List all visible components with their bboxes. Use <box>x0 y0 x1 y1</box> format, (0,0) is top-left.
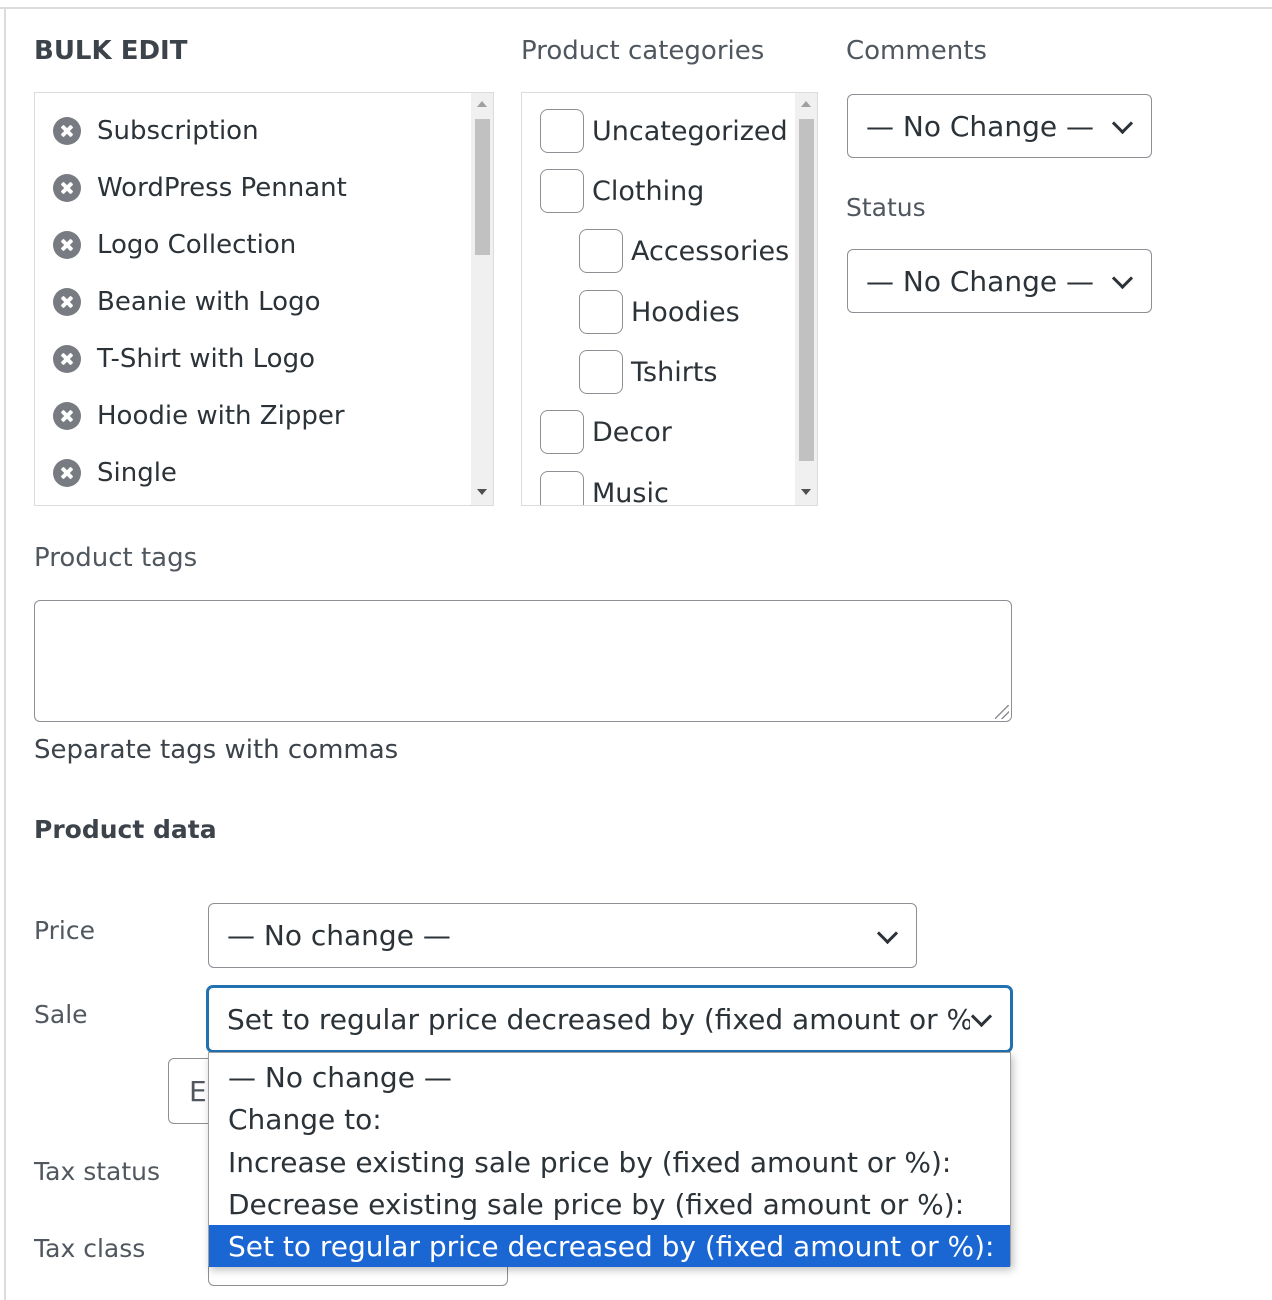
category-item[interactable]: Decor <box>540 410 672 454</box>
category-checkbox[interactable] <box>579 290 623 334</box>
category-label: Accessories <box>631 235 790 267</box>
status-label: Status <box>846 193 926 222</box>
chevron-down-icon <box>1111 115 1133 137</box>
scroll-down-arrow-icon[interactable] <box>801 489 811 495</box>
sale-option[interactable]: Increase existing sale price by (fixed a… <box>209 1141 1010 1183</box>
product-label: T-Shirt with Logo <box>97 344 316 374</box>
remove-circle-icon[interactable] <box>53 117 81 145</box>
product-item: Hoodie with Zipper <box>53 396 345 436</box>
left-border <box>4 8 6 1300</box>
comments-label: Comments <box>846 36 987 66</box>
product-item: T-Shirt with Logo <box>53 339 315 379</box>
sale-option[interactable]: Decrease existing sale price by (fixed a… <box>209 1183 1010 1225</box>
product-item: Subscription <box>53 111 259 151</box>
category-item[interactable]: Clothing <box>540 169 704 213</box>
sale-select[interactable]: Set to regular price decreased by (fixed… <box>207 986 1012 1052</box>
scroll-down-arrow-icon[interactable] <box>477 489 487 495</box>
comments-select-value: — No Change — <box>866 109 1094 143</box>
category-checkbox[interactable] <box>540 410 584 454</box>
comments-select[interactable]: — No Change — <box>847 94 1152 158</box>
category-item[interactable]: Tshirts <box>579 350 717 394</box>
tags-hint: Separate tags with commas <box>34 735 399 765</box>
category-label: Uncategorized <box>592 115 788 147</box>
categories-checklist[interactable]: Uncategorized Clothing Accessories Hoodi… <box>521 92 818 506</box>
product-item: Logo Collection <box>53 225 296 265</box>
category-checkbox[interactable] <box>579 350 623 394</box>
bulk-edit-title: BULK EDIT <box>34 36 188 66</box>
remove-circle-icon[interactable] <box>53 345 81 373</box>
remove-circle-icon[interactable] <box>53 174 81 202</box>
category-checkbox[interactable] <box>540 109 584 153</box>
product-data-heading: Product data <box>34 815 217 844</box>
category-label: Tshirts <box>631 356 718 388</box>
tax-status-label: Tax status <box>34 1157 161 1186</box>
top-border <box>0 7 1272 9</box>
selected-products-list[interactable]: Subscription WordPress Pennant Logo Coll… <box>34 92 494 506</box>
sale-option-selected[interactable]: Set to regular price decreased by (fixed… <box>209 1225 1010 1267</box>
status-select[interactable]: — No Change — <box>847 249 1152 313</box>
scrollbar-thumb[interactable] <box>475 119 490 255</box>
categories-scrollbar[interactable] <box>795 93 817 505</box>
category-checkbox[interactable] <box>579 229 623 273</box>
product-label: Logo Collection <box>97 230 297 260</box>
product-tags-label: Product tags <box>34 543 198 573</box>
remove-circle-icon[interactable] <box>53 459 81 487</box>
product-label: Hoodie with Zipper <box>97 401 345 431</box>
price-select[interactable]: — No change — <box>208 903 917 968</box>
category-checkbox[interactable] <box>540 169 584 213</box>
chevron-down-icon <box>970 1008 992 1030</box>
category-item[interactable]: Uncategorized <box>540 109 788 153</box>
remove-circle-icon[interactable] <box>53 231 81 259</box>
sale-option[interactable]: — No change — <box>209 1056 1010 1098</box>
product-label: Subscription <box>97 116 259 146</box>
sale-dropdown-menu[interactable]: — No change — Change to: Increase existi… <box>208 1052 1011 1267</box>
scrollbar-thumb[interactable] <box>799 119 814 461</box>
product-item: Beanie with Logo <box>53 282 321 322</box>
category-item[interactable]: Music <box>540 471 669 506</box>
sale-label: Sale <box>34 1000 88 1029</box>
sale-amount-placeholder: E <box>189 1074 207 1108</box>
category-label: Decor <box>592 416 672 448</box>
sale-option[interactable]: Change to: <box>209 1098 1010 1140</box>
product-label: Single <box>97 458 177 488</box>
chevron-down-icon <box>1111 270 1133 292</box>
resize-handle-icon[interactable] <box>995 705 1009 719</box>
scroll-up-arrow-icon[interactable] <box>801 101 811 107</box>
scroll-up-arrow-icon[interactable] <box>477 101 487 107</box>
category-item[interactable]: Accessories <box>579 229 789 273</box>
product-label: Beanie with Logo <box>97 287 321 317</box>
categories-label: Product categories <box>521 36 765 66</box>
remove-circle-icon[interactable] <box>53 402 81 430</box>
tax-class-label: Tax class <box>34 1234 146 1263</box>
category-item[interactable]: Hoodies <box>579 290 740 334</box>
remove-circle-icon[interactable] <box>53 288 81 316</box>
sale-select-value: Set to regular price decreased by (fixed… <box>227 1002 970 1036</box>
category-checkbox[interactable] <box>540 471 584 505</box>
status-select-value: — No Change — <box>866 264 1094 298</box>
product-item: WordPress Pennant <box>53 168 347 208</box>
product-tags-textarea[interactable] <box>34 600 1012 722</box>
product-label: WordPress Pennant <box>97 173 347 203</box>
products-scrollbar[interactable] <box>471 93 493 505</box>
category-label: Clothing <box>592 175 705 207</box>
category-label: Hoodies <box>631 296 740 328</box>
chevron-down-icon <box>876 925 898 947</box>
category-label: Music <box>592 477 669 506</box>
price-select-value: — No change — <box>227 919 451 952</box>
price-label: Price <box>34 916 95 945</box>
product-item: Single <box>53 453 177 493</box>
